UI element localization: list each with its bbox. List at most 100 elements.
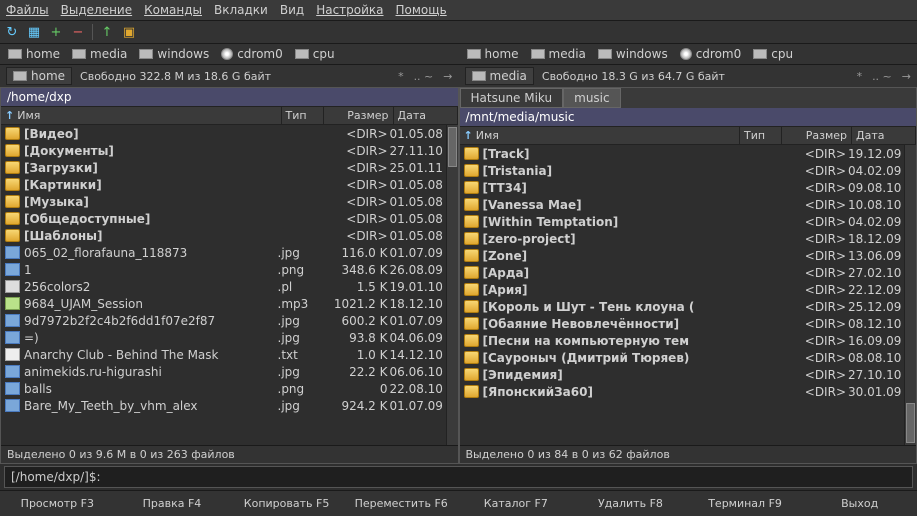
tab-music[interactable]: music [563,88,620,108]
scrollbar[interactable] [446,125,458,445]
drive-home[interactable]: home [6,46,62,62]
audio-icon [5,297,20,310]
file-row[interactable]: [Арда]<DIR>27.02.10 [460,264,917,281]
file-row[interactable]: 9d7972b2f2c4b2f6dd1f07e2f87.jpg600.2 K01… [1,312,458,329]
right-current-drive[interactable]: media [465,67,534,85]
drive-media[interactable]: media [529,46,588,62]
file-row[interactable]: [Шаблоны]<DIR>01.05.08 [1,227,458,244]
file-row[interactable]: Anarchy Club - Behind The Mask.txt1.0 K1… [1,346,458,363]
col-ext[interactable]: Тип [740,127,782,144]
left-current-drive[interactable]: home [6,67,72,85]
right-arrow-button[interactable]: → [902,70,911,83]
toolbar-divider [92,24,93,40]
drive-cdrom0[interactable]: cdrom0 [219,46,285,62]
file-row[interactable]: [Within Temptation]<DIR>04.02.09 [460,213,917,230]
file-row[interactable]: animekids.ru-higurashi.jpg22.2 K06.06.10 [1,363,458,380]
scrollbar[interactable] [904,145,916,445]
file-row[interactable]: [Общедоступные]<DIR>01.05.08 [1,210,458,227]
disk-icon [753,49,767,59]
file-row[interactable]: [TT34]<DIR>09.08.10 [460,179,917,196]
file-row[interactable]: =).jpg93.8 K04.06.09 [1,329,458,346]
plus-icon[interactable]: + [48,24,64,40]
file-date: 01.07.09 [390,399,454,413]
fnkey-F3[interactable]: Просмотр F3 [0,491,115,516]
file-row[interactable]: 065_02_florafauna_118873.jpg116.0 K01.07… [1,244,458,261]
file-date: 27.02.10 [848,266,912,280]
drive-cpu[interactable]: cpu [293,46,337,62]
file-row[interactable]: [Музыка]<DIR>01.05.08 [1,193,458,210]
col-name[interactable]: ↑Имя [1,107,282,124]
col-date[interactable]: Дата [394,107,458,124]
fnkey-F5[interactable]: Копировать F5 [229,491,344,516]
right-file-list[interactable]: [Track]<DIR>19.12.09[Tristania]<DIR>04.0… [460,145,917,445]
col-size[interactable]: Размер [782,127,852,144]
drive-windows[interactable]: windows [137,46,211,62]
file-row[interactable]: [Загрузки]<DIR>25.01.11 [1,159,458,176]
home-icon[interactable]: ▣ [121,24,137,40]
file-row[interactable]: [Zone]<DIR>13.06.09 [460,247,917,264]
file-row[interactable]: [Король и Шут - Тень клоуна (<DIR>25.12.… [460,298,917,315]
file-name: =) [24,331,278,345]
file-row[interactable]: [Vanessa Mae]<DIR>10.08.10 [460,196,917,213]
menu-files[interactable]: Файлы [6,3,49,17]
col-size[interactable]: Размер [324,107,394,124]
menu-view[interactable]: Вид [280,3,304,17]
menu-selection[interactable]: Выделение [61,3,132,17]
left-asterisk-button[interactable]: * [398,70,404,83]
left-arrow-button[interactable]: → [443,70,452,83]
file-row[interactable]: [Track]<DIR>19.12.09 [460,145,917,162]
menu-settings[interactable]: Настройка [316,3,383,17]
file-date: 01.05.08 [390,127,454,141]
menu-commands[interactable]: Команды [144,3,202,17]
file-row[interactable]: [Эпидемия]<DIR>27.10.10 [460,366,917,383]
left-path[interactable]: /home/dxp [1,88,458,106]
fnkey-F7[interactable]: Каталог F7 [459,491,574,516]
folder-icon [5,229,20,242]
col-name[interactable]: ↑Имя [460,127,741,144]
file-row[interactable]: [Сауроныч (Дмитрий Тюряев)<DIR>08.08.10 [460,349,917,366]
folder-icon [464,266,479,279]
file-row[interactable]: Bare_My_Teeth_by_vhm_alex.jpg924.2 K01.0… [1,397,458,414]
fnkey-F8[interactable]: Удалить F8 [573,491,688,516]
file-row[interactable]: [Ария]<DIR>22.12.09 [460,281,917,298]
up-icon[interactable]: ↑ [99,24,115,40]
file-row[interactable]: 256colors2.pl1.5 K19.01.10 [1,278,458,295]
grid-icon[interactable]: ▦ [26,24,42,40]
minus-icon[interactable]: − [70,24,86,40]
refresh-icon[interactable]: ↻ [4,24,20,40]
left-dotdot-button[interactable]: .. ~ [414,70,434,83]
fnkey-Выход[interactable]: Выход [802,491,917,516]
command-input[interactable] [107,467,912,487]
file-size: <DIR> [778,181,848,195]
drive-cdrom0[interactable]: cdrom0 [678,46,744,62]
scrollbar-thumb[interactable] [906,403,915,443]
fnkey-F9[interactable]: Терминал F9 [688,491,803,516]
drive-home[interactable]: home [465,46,521,62]
file-row[interactable]: [Документы]<DIR>27.11.10 [1,142,458,159]
fnkey-F6[interactable]: Переместить F6 [344,491,459,516]
menu-help[interactable]: Помощь [396,3,447,17]
col-ext[interactable]: Тип [282,107,324,124]
file-row[interactable]: [Картинки]<DIR>01.05.08 [1,176,458,193]
left-file-list[interactable]: [Видео]<DIR>01.05.08[Документы]<DIR>27.1… [1,125,458,445]
right-asterisk-button[interactable]: * [857,70,863,83]
file-row[interactable]: [Tristania]<DIR>04.02.09 [460,162,917,179]
fnkey-F4[interactable]: Правка F4 [115,491,230,516]
drive-windows[interactable]: windows [596,46,670,62]
file-row[interactable]: [ЯпонскийЗа60]<DIR>30.01.09 [460,383,917,400]
file-row[interactable]: [Видео]<DIR>01.05.08 [1,125,458,142]
file-row[interactable]: [zero-project]<DIR>18.12.09 [460,230,917,247]
file-row[interactable]: [Обаяние Невовлечённости]<DIR>08.12.10 [460,315,917,332]
scrollbar-thumb[interactable] [448,127,457,167]
menu-tabs[interactable]: Вкладки [214,3,268,17]
right-dotdot-button[interactable]: .. ~ [872,70,892,83]
tab-hatsune-miku[interactable]: Hatsune Miku [460,88,564,108]
file-row[interactable]: 9684_UJAM_Session.mp31021.2 K18.12.10 [1,295,458,312]
drive-media[interactable]: media [70,46,129,62]
drive-cpu[interactable]: cpu [751,46,795,62]
col-date[interactable]: Дата [852,127,916,144]
right-path[interactable]: /mnt/media/music [460,108,917,126]
file-row[interactable]: [Песни на компьютерную тем<DIR>16.09.09 [460,332,917,349]
file-row[interactable]: 1.png348.6 K26.08.09 [1,261,458,278]
file-row[interactable]: balls.png022.08.10 [1,380,458,397]
